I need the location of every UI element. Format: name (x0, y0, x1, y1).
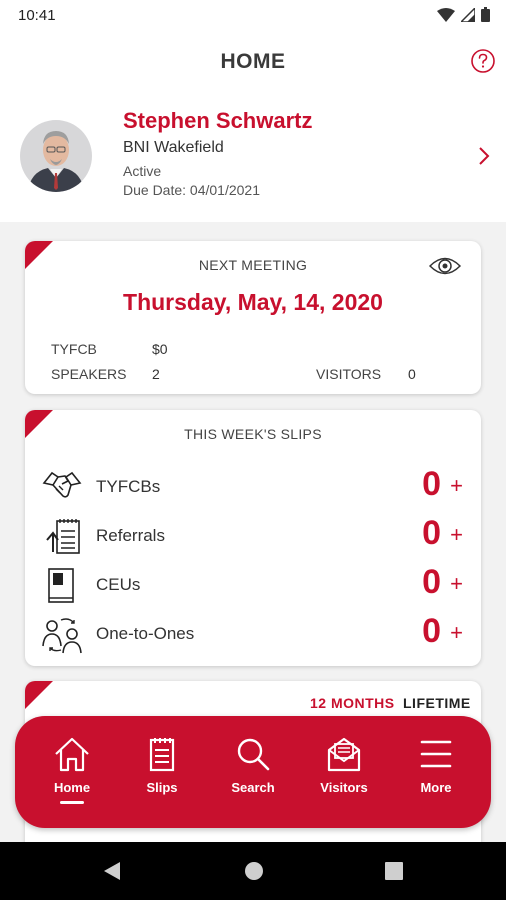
nav-label: Home (53, 780, 91, 795)
handshake-icon (42, 471, 82, 498)
status-bar: 10:41 (0, 0, 506, 32)
nav-label: Search (231, 780, 275, 795)
book-icon (48, 568, 74, 603)
next-meeting-card[interactable]: NEXT MEETING Thursday, May, 14, 2020 TYF… (25, 241, 481, 394)
home-icon (55, 737, 89, 772)
profile-chapter: BNI Wakefield (123, 139, 224, 156)
people-exchange-icon (42, 618, 82, 654)
status-icons (437, 7, 490, 22)
visitors-value: 0 (408, 366, 416, 382)
add-slip-button[interactable]: + (450, 620, 463, 646)
profile-due-date: Due Date: 04/01/2021 (123, 182, 260, 198)
profile-name: Stephen Schwartz (123, 108, 313, 133)
slip-count: 0 (422, 563, 441, 601)
header: HOME Stephen Schwartz BNI Wakefield Acti… (0, 32, 506, 222)
eye-icon[interactable] (429, 255, 461, 277)
slips-heading: THIS WEEK'S SLIPS (184, 426, 322, 442)
slip-count: 0 (422, 612, 441, 650)
visitors-label: VISITORS (316, 366, 382, 382)
nav-search[interactable]: Search (218, 736, 288, 795)
slip-row-one-to-ones[interactable]: One-to-Ones 0 + (25, 610, 481, 658)
meeting-date: Thursday, May, 14, 2020 (123, 289, 383, 315)
nav-visitors[interactable]: Visitors (309, 736, 379, 795)
notepad-icon (149, 738, 175, 772)
referral-list-icon (46, 519, 80, 554)
tyfcb-value: $0 (152, 341, 168, 357)
card-corner-accent (25, 681, 53, 709)
speakers-value: 2 (152, 366, 160, 382)
add-slip-button[interactable]: + (450, 473, 463, 499)
next-meeting-heading: NEXT MEETING (198, 257, 308, 273)
add-slip-button[interactable]: + (450, 571, 463, 597)
nav-label: More (420, 780, 452, 795)
tab-lifetime[interactable]: LIFETIME (403, 695, 471, 711)
battery-icon (481, 7, 490, 22)
tyfcb-label: TYFCB (51, 341, 97, 357)
back-icon[interactable] (103, 861, 121, 881)
page-title: HOME (220, 50, 286, 73)
slip-count: 0 (422, 465, 441, 503)
slip-count: 0 (422, 514, 441, 552)
system-nav-bar (0, 842, 506, 900)
nav-more[interactable]: More (401, 736, 471, 795)
nav-slips[interactable]: Slips (127, 736, 197, 795)
status-time: 10:41 (18, 7, 56, 24)
active-indicator (60, 801, 84, 804)
search-icon (237, 738, 270, 771)
bottom-nav: Home Slips Search Visitors More (15, 716, 491, 828)
slip-row-ceus[interactable]: CEUs 0 + (25, 561, 481, 609)
help-icon[interactable] (470, 48, 496, 74)
menu-icon (420, 740, 452, 768)
slip-label: One-to-Ones (96, 624, 195, 643)
chevron-right-icon[interactable] (478, 146, 490, 166)
avatar[interactable] (20, 120, 92, 192)
slip-label: TYFCBs (96, 477, 161, 496)
add-slip-button[interactable]: + (450, 522, 463, 548)
weekly-slips-card: THIS WEEK'S SLIPS TYFCBs 0 + Referrals 0… (25, 410, 481, 666)
avatar-photo (20, 120, 92, 192)
home-circle-icon[interactable] (244, 861, 264, 881)
speakers-label: SPEAKERS (51, 366, 127, 382)
signal-icon (461, 7, 475, 22)
profile-status: Active (123, 163, 162, 179)
tab-12-months[interactable]: 12 MONTHS (310, 695, 395, 711)
envelope-icon (327, 737, 361, 772)
nav-label: Visitors (320, 780, 368, 795)
slip-label: CEUs (96, 575, 141, 594)
slip-row-tyfcbs[interactable]: TYFCBs 0 + (25, 463, 481, 511)
recents-icon[interactable] (385, 862, 403, 880)
nav-label: Slips (146, 780, 178, 795)
slip-label: Referrals (96, 526, 165, 545)
nav-home[interactable]: Home (37, 736, 107, 804)
slip-row-referrals[interactable]: Referrals 0 + (25, 512, 481, 560)
wifi-icon (437, 7, 455, 22)
